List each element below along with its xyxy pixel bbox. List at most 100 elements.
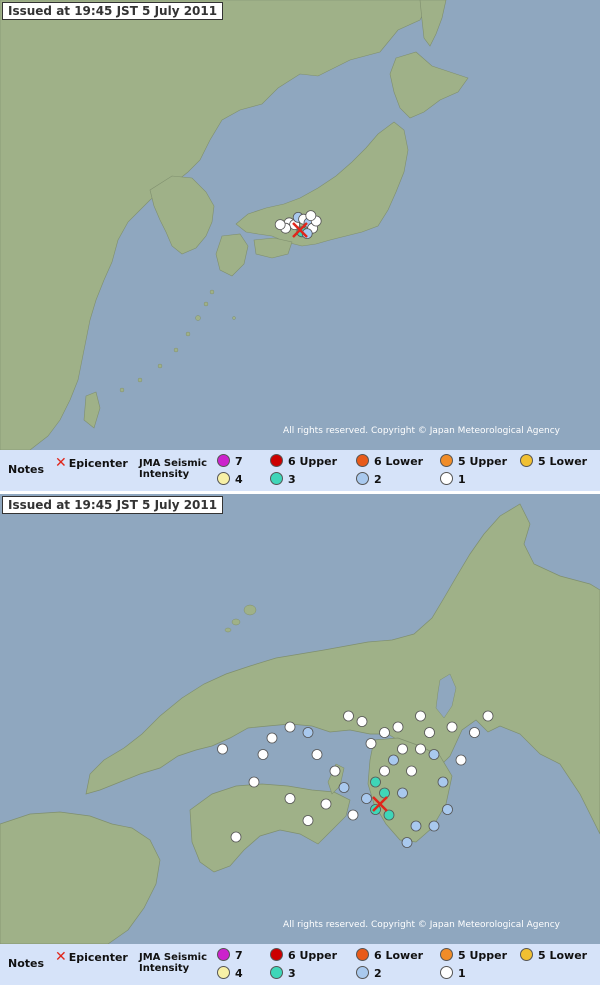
station-marker <box>424 727 435 738</box>
legend-key-label: 6 Upper <box>288 949 338 962</box>
legend-intensity-line1: JMA Seismic <box>139 952 208 963</box>
station-marker <box>274 219 286 231</box>
station-marker <box>469 727 480 738</box>
legend-intensity-6-upper: 6 Upper <box>270 454 337 468</box>
legend-key-label: 2 <box>374 473 382 486</box>
legend-dot <box>270 472 283 485</box>
map-overview: Issued at 19:45 JST 5 July 2011 All righ… <box>0 0 600 450</box>
map-overview-canvas <box>0 0 600 450</box>
legend-intensity-line1: JMA Seismic <box>139 458 208 469</box>
station-marker <box>428 820 440 832</box>
legend-intensity-5-upper: 5 Upper <box>440 454 507 468</box>
legend-epicenter-label: Epicenter <box>68 951 128 964</box>
legend-key-label: 1 <box>458 473 466 486</box>
station-marker <box>383 809 395 821</box>
legend-notes-label: Notes <box>8 463 45 476</box>
legend-intensity-3: 3 <box>270 472 296 486</box>
legend-key-label: 6 Lower <box>374 455 424 468</box>
station-marker <box>442 804 453 815</box>
legend-dot <box>520 454 533 467</box>
legend-dot <box>356 948 369 961</box>
station-marker <box>370 776 381 788</box>
legend-intensity-1: 1 <box>440 472 466 486</box>
legend-intensity-6-lower: 6 Lower <box>356 454 423 468</box>
station-marker <box>361 793 372 804</box>
legend-key-label: 3 <box>288 473 296 486</box>
station-marker <box>329 765 341 777</box>
legend-bar: Notes ✕ Epicenter JMA Seismic Intensity 7 6… <box>0 944 600 985</box>
station-marker <box>397 743 408 755</box>
legend-intensity-6-upper: 6 Upper <box>270 948 337 962</box>
legend-dot <box>217 454 230 467</box>
station-marker <box>428 749 440 760</box>
legend-dot <box>440 454 453 467</box>
legend-intensity-2: 2 <box>356 472 382 486</box>
legend-intensity-5-lower: 5 Lower <box>520 454 587 468</box>
station-marker <box>437 776 449 788</box>
station-marker <box>343 710 354 722</box>
legend-intensity-label: JMA Seismic Intensity <box>139 458 207 480</box>
station-marker <box>415 710 426 722</box>
legend-dot <box>520 948 533 961</box>
station-marker <box>388 754 399 766</box>
station-marker <box>257 749 269 760</box>
legend-dot <box>217 966 230 979</box>
station-marker <box>217 743 228 755</box>
legend-key-label: 5 Upper <box>458 455 508 468</box>
station-marker <box>455 754 467 766</box>
station-marker <box>406 765 417 777</box>
legend-intensity-6-lower: 6 Lower <box>356 948 423 962</box>
legend-intensity-7: 7 <box>217 454 243 468</box>
legend-key-label: 5 Upper <box>458 949 508 962</box>
legend-dot <box>356 966 369 979</box>
legend-intensity-2: 2 <box>356 966 382 980</box>
station-marker <box>365 738 377 749</box>
issued-timestamp: Issued at 19:45 JST 5 July 2011 <box>2 496 224 514</box>
station-marker <box>379 787 390 799</box>
station-marker <box>302 815 314 826</box>
map-detail: Issued at 19:45 JST 5 July 2011 All righ… <box>0 494 600 944</box>
legend-intensity-line2: Intensity <box>139 963 190 974</box>
map-detail-canvas <box>0 494 600 944</box>
legend-key-label: 7 <box>235 949 243 962</box>
legend-dot <box>440 966 453 979</box>
legend-key-label: 4 <box>235 473 243 486</box>
station-marker <box>230 831 242 843</box>
legend-key-label: 6 Upper <box>288 455 338 468</box>
epicenter-x-icon: ✕ <box>55 455 67 471</box>
legend-key-label: 5 Lower <box>538 455 588 468</box>
legend-key-label: 5 Lower <box>538 949 588 962</box>
station-marker <box>284 793 296 804</box>
legend-bar: Notes ✕ Epicenter JMA Seismic Intensity 7 6… <box>0 450 600 491</box>
station-marker <box>356 716 368 727</box>
station-marker <box>248 776 260 788</box>
legend-dot <box>217 948 230 961</box>
legend-key-label: 7 <box>235 455 243 468</box>
legend-notes-label: Notes <box>8 957 45 970</box>
map-panel-overview: Issued at 19:45 JST 5 July 2011 All righ… <box>0 0 600 491</box>
legend-intensity-4: 4 <box>217 472 243 486</box>
legend-dot <box>356 472 369 485</box>
legend-key-label: 2 <box>374 967 382 980</box>
station-marker <box>392 721 404 733</box>
station-marker <box>266 732 278 744</box>
legend-epicenter-label: Epicenter <box>68 457 128 470</box>
legend-dot <box>440 948 453 961</box>
legend-intensity-label: JMA Seismic Intensity <box>139 952 207 974</box>
epicenter-x-icon: ✕ <box>55 949 67 965</box>
legend-dot <box>217 472 230 485</box>
copyright-notice: All rights reserved. Copyright © Japan M… <box>283 920 560 930</box>
station-marker <box>347 809 359 821</box>
station-marker <box>482 710 494 722</box>
station-marker <box>379 765 390 777</box>
legend-epicenter: ✕ Epicenter <box>55 455 128 471</box>
station-marker <box>446 721 458 733</box>
legend-key-label: 3 <box>288 967 296 980</box>
station-marker <box>415 743 426 755</box>
legend-epicenter: ✕ Epicenter <box>55 949 128 965</box>
legend-intensity-3: 3 <box>270 966 296 980</box>
legend-intensity-1: 1 <box>440 966 466 980</box>
legend-key-label: 4 <box>235 967 243 980</box>
legend-intensity-line2: Intensity <box>139 469 190 480</box>
legend-dot <box>270 948 283 961</box>
